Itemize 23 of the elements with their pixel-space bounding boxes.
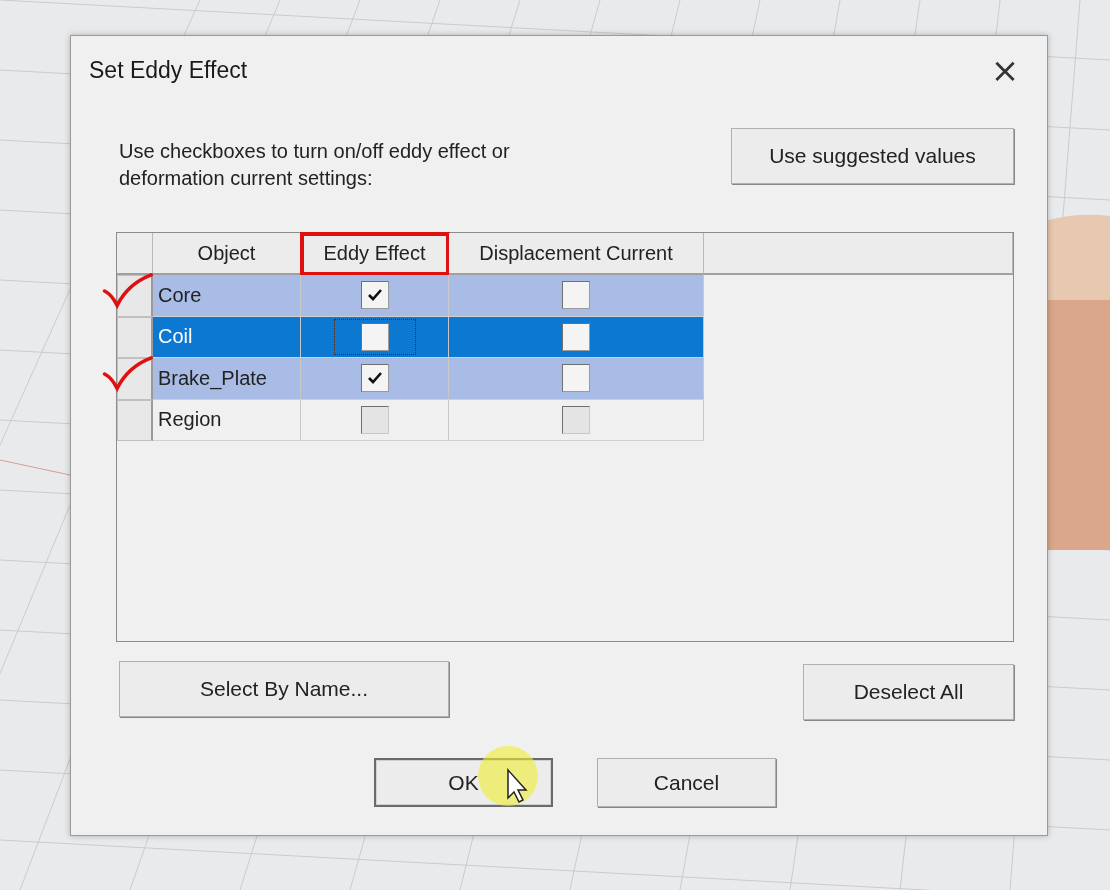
select-by-name-button[interactable]: Select By Name... — [119, 661, 449, 717]
checkbox[interactable] — [360, 281, 389, 310]
checkmark-icon — [366, 371, 383, 386]
column-header[interactable]: Displacement Current — [449, 233, 704, 275]
object-cell[interactable]: Core — [153, 275, 301, 317]
checkbox[interactable] — [360, 322, 389, 351]
cancel-button[interactable]: Cancel — [597, 758, 776, 807]
checkbox[interactable] — [562, 322, 590, 351]
dialog-title: Set Eddy Effect — [89, 56, 248, 84]
object-cell[interactable]: Brake_Plate — [153, 358, 301, 400]
deselect-all-button[interactable]: Deselect All — [803, 664, 1014, 720]
checkbox[interactable] — [360, 364, 389, 393]
checkmark-icon — [366, 288, 383, 303]
use-suggested-values-button[interactable]: Use suggested values — [731, 128, 1014, 184]
column-header[interactable]: Object — [153, 233, 301, 275]
checkbox[interactable] — [562, 364, 590, 393]
checkbox[interactable] — [562, 281, 590, 310]
object-cell[interactable]: Coil — [153, 316, 301, 358]
close-button[interactable]: × — [985, 50, 1025, 90]
ok-button[interactable]: OK — [374, 758, 553, 807]
instructions-text: Use checkboxes to turn on/off eddy effect or deformation current settings: — [119, 139, 511, 191]
row-header[interactable] — [117, 316, 153, 358]
column-header[interactable]: Eddy Effect — [301, 233, 449, 275]
